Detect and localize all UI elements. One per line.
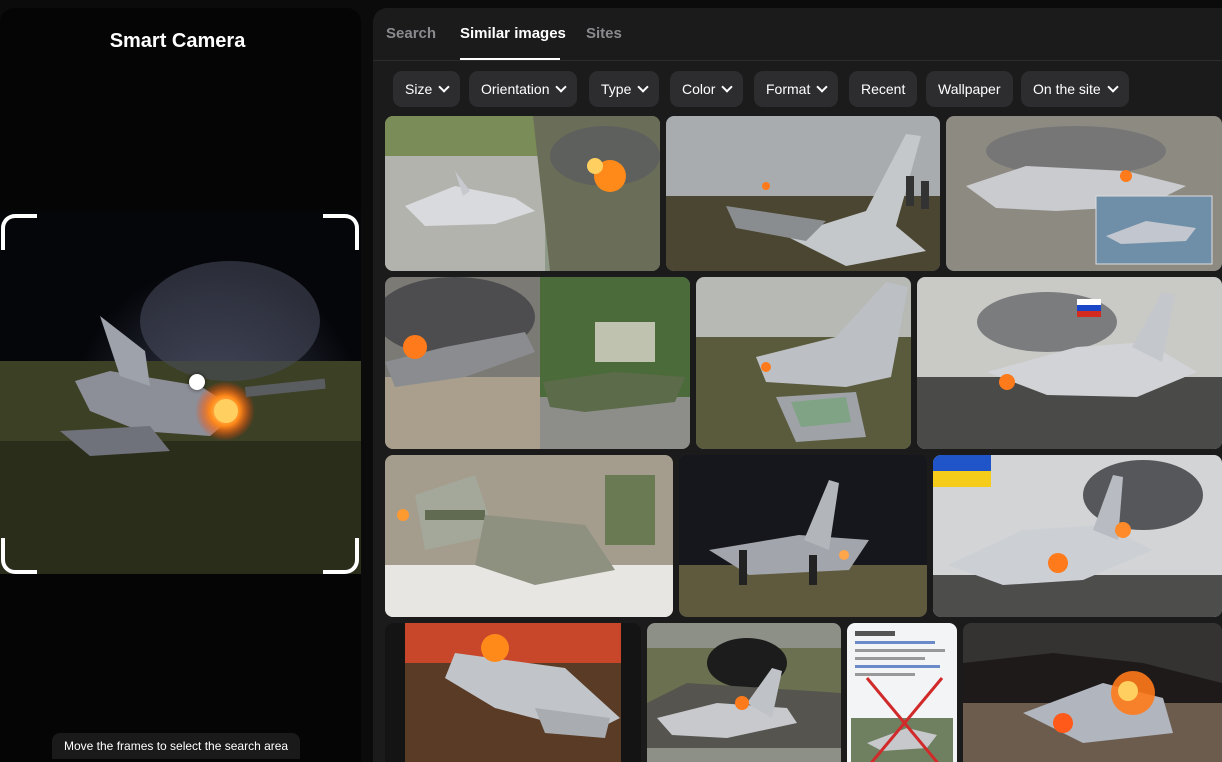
- selection-hint: Move the frames to select the search are…: [52, 733, 301, 759]
- jet-road-ukraine-flag-image: [933, 455, 1222, 617]
- result-image[interactable]: [946, 116, 1222, 271]
- tab-similar-images[interactable]: Similar images: [460, 25, 566, 42]
- jet-burning-field-image: [385, 623, 641, 762]
- jet-night-crowd-image: [679, 455, 927, 617]
- jet-road-smoke-image: [647, 623, 841, 762]
- filter-orientation[interactable]: Orientation: [469, 71, 578, 107]
- result-image[interactable]: [847, 623, 957, 762]
- result-image[interactable]: [666, 116, 940, 271]
- tab-bar: Search Similar images Sites: [373, 8, 1222, 61]
- crashed-jet-night-image: [0, 211, 361, 574]
- chevron-down-icon: [816, 81, 829, 93]
- jet-road-russia-flag-image: [917, 277, 1222, 449]
- frame-handle-bottom-right[interactable]: [323, 538, 359, 574]
- results-panel: Search Similar images Sites Size Orienta…: [373, 8, 1222, 762]
- frame-handle-top-right[interactable]: [323, 214, 359, 250]
- result-image[interactable]: [647, 623, 841, 762]
- result-image[interactable]: [385, 623, 641, 762]
- jet-mound-split-image: [385, 277, 690, 449]
- query-image-preview[interactable]: [0, 211, 361, 574]
- chevron-down-icon: [721, 81, 734, 93]
- focus-point-dot[interactable]: [189, 374, 205, 390]
- jet-tail-field-image: [666, 116, 940, 271]
- result-image[interactable]: [963, 623, 1222, 762]
- filter-color[interactable]: Color: [670, 71, 744, 107]
- filter-on-the-site[interactable]: On the site: [1021, 71, 1129, 107]
- tab-search[interactable]: Search: [386, 25, 436, 42]
- jet-fire-wreck-image: [963, 623, 1222, 762]
- filter-recent[interactable]: Recent: [849, 71, 918, 107]
- panel-title: Smart Camera: [109, 30, 246, 52]
- filter-type[interactable]: Type: [589, 71, 660, 107]
- chevron-down-icon: [637, 81, 650, 93]
- chevron-down-icon: [1107, 81, 1119, 93]
- filter-format[interactable]: Format: [754, 71, 839, 107]
- result-image[interactable]: [385, 277, 690, 449]
- jet-wreck-inset-image: [946, 116, 1222, 271]
- filter-wallpaper[interactable]: Wallpaper: [926, 71, 1013, 107]
- result-image[interactable]: [696, 277, 911, 449]
- result-image[interactable]: [679, 455, 927, 617]
- jet-split-image: [385, 116, 660, 271]
- chevron-down-icon: [438, 81, 450, 93]
- tab-sites[interactable]: Sites: [586, 25, 622, 42]
- jet-tail-grass-image: [696, 277, 911, 449]
- result-image[interactable]: [385, 116, 660, 271]
- frame-handle-bottom-left[interactable]: [1, 538, 37, 574]
- filter-size[interactable]: Size: [393, 71, 461, 107]
- social-post-crossed-image: [847, 623, 957, 762]
- result-image[interactable]: [917, 277, 1222, 449]
- result-image[interactable]: [933, 455, 1222, 617]
- smart-camera-panel: Smart Camera: [0, 8, 361, 762]
- frame-handle-top-left[interactable]: [1, 214, 37, 250]
- result-image[interactable]: [385, 455, 673, 617]
- jet-crash-foam-image: [385, 455, 673, 617]
- active-tab-indicator: [460, 58, 560, 60]
- chevron-down-icon: [555, 81, 568, 93]
